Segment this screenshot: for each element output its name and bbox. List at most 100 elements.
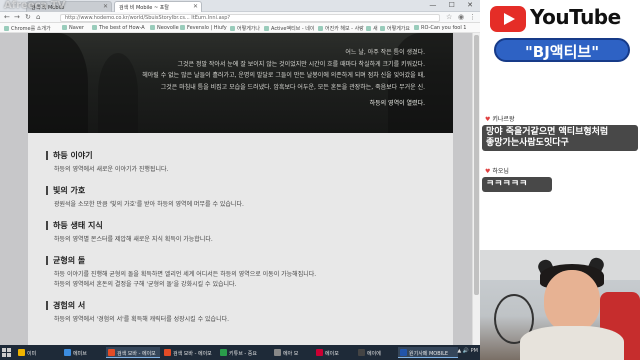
feature-sections: 하등 이야기 하등의 영역에서 새로운 이야기가 진행됩니다. 빛의 가호 광원… [46,151,446,336]
taskbar: 이미 에미브 검색 모바 - 에이모 검색 모바 - 에이모 키튜브 - 중요 … [0,345,480,360]
feature-section: 빛의 가호 광원석을 소모한 만큼 '빛의 가호'를 받아 하등의 영역에 머무… [46,186,446,210]
bookmark-item[interactable]: 새 [366,25,378,32]
tab-bar: 검색 비 Mobile ✕ 검색 비 Mobile ~ 포탈 ✕ — ☐ ✕ [0,0,480,12]
taskbar-item[interactable]: 이미 [16,347,60,358]
youtube-logo: YouTube [488,4,638,34]
section-desc: 하등의 영역에서 새로운 이야기가 진행됩니다. [54,166,169,173]
address-bar: ← → ↻ ⌂ http://www.hodemo.co.kr/world/Sb… [0,12,480,23]
close-icon[interactable]: ✕ [103,3,108,10]
taskbar-item[interactable]: 에미브 [62,347,104,358]
feature-section: 하등 생태 지식 하등의 영역별 몬스터를 제압해 새로운 지식 획득이 가능합… [46,221,446,245]
bookmark-item[interactable]: RO-Can you fool 1 [414,25,466,31]
star-icon[interactable]: ☆ [446,13,452,21]
play-icon [490,6,526,32]
bookmark-item[interactable]: Naver [62,25,84,31]
hero-line: 하등의 영역이 열렸다. [369,100,425,107]
bookmark-icon [230,26,235,31]
bookmark-icon [150,25,155,30]
app-icon [400,349,407,356]
page-scrollbar[interactable] [472,33,480,345]
url-input[interactable]: http://www.hodemo.co.kr/world/SbuisStory… [60,14,440,22]
bookmark-item[interactable]: Chrome를 소개가 [4,25,51,32]
bookmark-item[interactable]: Active액티브 - 네이 [264,25,314,32]
bookmark-item[interactable]: 어떻게가요 [380,25,410,32]
bookmark-icon [92,25,97,30]
youtube-wordmark: YouTube [530,5,621,29]
bookmark-icon [4,26,9,31]
taskbar-item[interactable]: 검색 모바 - 에이모 [162,347,216,358]
taskbar-item[interactable]: 에이모 [314,347,354,358]
bookmark-icon [62,25,67,30]
close-icon[interactable]: ✕ [193,3,198,10]
section-desc: 하등의 영역에서 '경험의 서'를 획득해 캐릭터를 성장시킬 수 있습니다. [54,316,230,323]
menu-icon[interactable]: ⋮ [469,13,476,21]
feature-section: 경험의 서 하등의 영역에서 '경험의 서'를 획득해 캐릭터를 성장시킬 수 … [46,301,446,325]
chat-text: ㅋㅋㅋㅋㅋ [482,177,552,192]
chat-message: ♥ 하오님 ㅋㅋㅋㅋㅋ [482,158,552,192]
windows-start-icon[interactable] [2,348,12,358]
hero-line: 그것은 마침내 틈을 비집고 모습을 드러냈다. 암흑보다 어두운, 모든 혼돈… [160,83,425,91]
app-icon [358,349,365,356]
bookmark-icon [366,26,371,31]
app-icon [220,349,227,356]
bookmark-item[interactable]: Fevenslo | Hiufy [180,25,227,31]
forward-arrow-icon[interactable]: → [14,13,20,21]
section-title: 하등 생태 지식 [46,221,446,230]
page-content: 어느 날, 아주 작은 틈이 생겼다. 그것은 정말 작아서 눈에 잘 보이지 … [28,33,453,345]
app-icon [316,349,323,356]
reload-icon[interactable]: ↻ [25,13,31,21]
browser-icon [164,349,171,356]
browser-tab-active[interactable]: 검색 비 Mobile ~ 포탈 ✕ [114,1,202,12]
streamer-face [544,270,600,332]
taskbar-item[interactable]: 검색 모바 - 에이모 [106,347,160,358]
webcam-feed [480,250,640,360]
section-title: 하등 이야기 [46,151,446,160]
section-desc: 광원석을 소모한 만큼 '빛의 가호'를 받아 하등의 영역에 머무를 수 있습… [54,201,244,208]
section-title: 균형의 돌 [46,256,446,265]
hero-line: 헤아릴 수 없는 많은 날들이 흘러가고, 운명의 발달로 그들이 만든 날봉이… [142,72,425,79]
folder-icon [18,349,25,356]
hero-line: 그것은 정말 작아서 눈에 잘 보이지 않는 것이었지만 시간이 흐를 때마다 … [177,60,425,68]
bookmark-icon [264,26,269,31]
scrollbar-thumb[interactable] [474,35,479,295]
streamer-title: "BJ액티브" [494,38,630,62]
bookmark-icon [380,26,385,31]
hero-story-text: 어느 날, 아주 작은 틈이 생겼다. 그것은 정말 작아서 눈에 잘 보이지 … [55,47,425,110]
taskbar-item[interactable]: 키튜브 - 중요 [218,347,270,358]
bookmark-item[interactable]: The best of How-A [92,25,145,31]
heart-icon: ♥ [485,168,491,175]
back-arrow-icon[interactable]: ← [4,13,10,21]
bookmark-icon [318,26,323,31]
section-desc: 하등의 영역별 몬스터를 제압해 새로운 지식 획득이 가능합니다. [54,236,213,243]
home-icon[interactable]: ⌂ [36,13,40,21]
section-title: 빛의 가호 [46,186,446,195]
system-tray[interactable]: ▲ 🔊 PM [457,348,478,354]
bookmark-item[interactable]: Neovolle [150,25,179,31]
bookmark-item[interactable]: 어떻게가나 [230,25,260,32]
chat-text: 망야 죽을거같으면 액티브형처럼 좋망가는사람도잇다구 [482,125,638,151]
stream-watermark: Afreeca TV [4,0,66,11]
extension-icon[interactable]: ◉ [458,13,464,21]
screen: 검색 비 Mobile ✕ 검색 비 Mobile ~ 포탈 ✕ — ☐ ✕ ←… [0,0,640,360]
app-icon [64,349,71,356]
bookmarks-bar: Chrome를 소개가 Naver The best of How-A Neov… [0,23,480,33]
browser-window: 검색 비 Mobile ✕ 검색 비 Mobile ~ 포탈 ✕ — ☐ ✕ ←… [0,0,480,345]
taskbar-item[interactable]: 에이에 [356,347,396,358]
bookmark-item[interactable]: 어진카 해보 - 사랑 [318,25,364,32]
bookmark-icon [414,25,419,30]
taskbar-item[interactable]: 원기사페 MOBILE [398,347,458,358]
section-desc: 하등의 영역에서 혼돈의 결정을 구해 '균형의 돌'을 강화시킬 수 있습니다… [54,281,237,288]
window-controls[interactable]: — ☐ ✕ [429,1,478,9]
feature-section: 균형의 돌 하등 이야기를 진행해 균형의 돌을 획득하면 엘리언 세계 어디서… [46,256,446,290]
taskbar-item[interactable]: 에아 모 [272,347,312,358]
heart-icon: ♥ [485,116,491,123]
hero-line: 어느 날, 아주 작은 틈이 생겼다. [345,49,425,56]
web-page: 어느 날, 아주 작은 틈이 생겼다. 그것은 정말 작아서 눈에 잘 보이지 … [0,33,480,345]
bookmark-icon [180,25,185,30]
hero-banner: 어느 날, 아주 작은 틈이 생겼다. 그것은 정말 작아서 눈에 잘 보이지 … [28,33,453,133]
chat-username: ♥ 키나르왕 [485,116,515,123]
section-title: 경험의 서 [46,301,446,310]
streamer-body [520,326,624,360]
tab-label: 검색 비 Mobile ~ 포탈 [119,5,169,11]
app-icon [274,349,281,356]
